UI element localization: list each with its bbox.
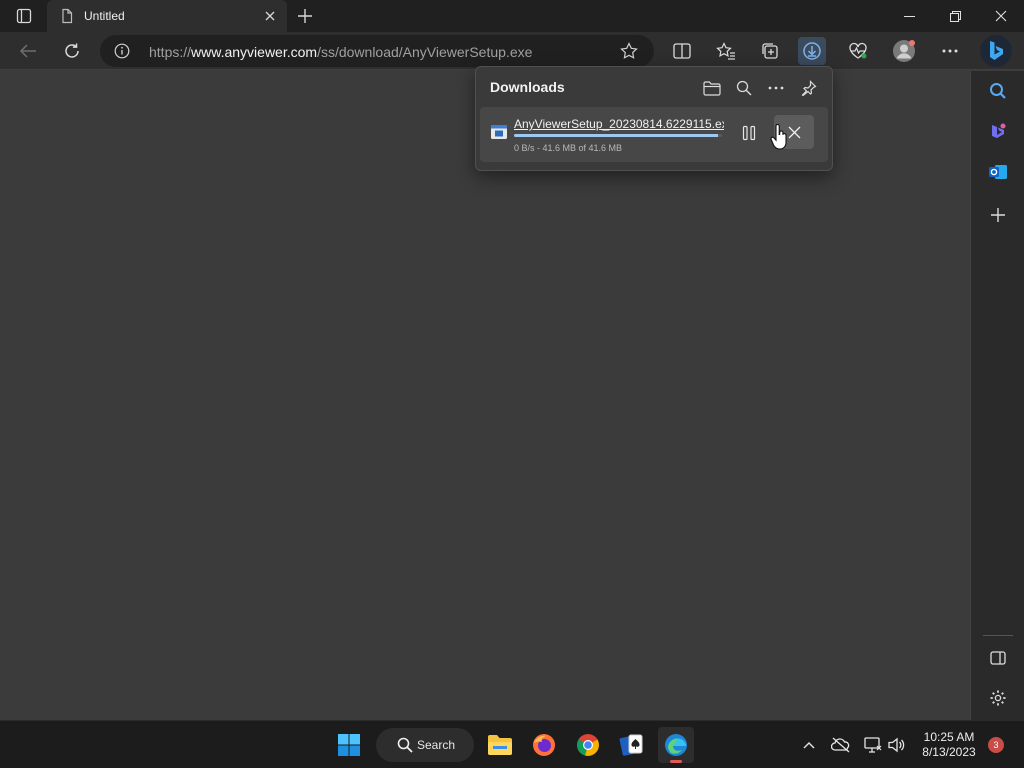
edge-browser-icon[interactable] <box>658 727 694 763</box>
download-status: 0 B/s - 41.6 MB of 41.6 MB <box>514 143 623 153</box>
notification-badge[interactable]: 3 <box>988 737 1004 753</box>
site-info-icon[interactable] <box>114 43 130 59</box>
download-progress-bar <box>514 134 722 137</box>
installer-file-icon <box>490 124 508 140</box>
restore-icon[interactable] <box>932 0 978 32</box>
system-clock[interactable]: 10:25 AM 8/13/2023 <box>910 730 988 760</box>
page-icon <box>59 8 75 24</box>
chevron-up-icon[interactable] <box>798 727 820 763</box>
downloads-panel: Downloads AnyViewerSetup_20230814.622911… <box>475 66 833 171</box>
clock-date: 8/13/2023 <box>922 745 976 759</box>
network-icon[interactable] <box>862 727 884 763</box>
browser-toolbar: https://www.anyviewer.com/ss/download/An… <box>0 32 1024 70</box>
minimize-icon[interactable] <box>886 0 932 32</box>
hand-cursor-icon <box>770 124 788 150</box>
address-bar[interactable]: https://www.anyviewer.com/ss/download/An… <box>100 35 654 67</box>
settings-gear-icon[interactable] <box>985 685 1011 711</box>
close-icon <box>788 126 800 138</box>
star-icon[interactable] <box>618 41 640 61</box>
more-options-icon[interactable] <box>936 37 964 65</box>
new-tab-icon[interactable] <box>294 5 316 27</box>
search-downloads-icon[interactable] <box>732 76 756 100</box>
clock-time: 10:25 AM <box>923 730 975 744</box>
downloads-title: Downloads <box>490 79 565 95</box>
download-progress-fill <box>514 134 718 137</box>
taskbar-search-box[interactable]: Search <box>376 728 474 762</box>
taskbar-search-label: Search <box>417 738 456 752</box>
add-icon[interactable] <box>985 202 1011 228</box>
url-domain: www.anyviewer.com <box>191 44 318 60</box>
favorites-icon[interactable] <box>712 37 740 65</box>
refresh-icon[interactable] <box>58 37 86 65</box>
back-arrow-icon[interactable] <box>14 37 42 65</box>
browser-essentials-icon[interactable] <box>844 37 872 65</box>
onedrive-offline-icon[interactable] <box>830 727 852 763</box>
chrome-icon[interactable] <box>570 727 606 763</box>
download-filename[interactable]: AnyViewerSetup_20230814.6229115.exe <box>514 117 724 131</box>
pin-icon[interactable] <box>797 76 821 100</box>
bing-chat-icon[interactable] <box>980 35 1012 67</box>
tab-strip: Untitled <box>0 0 1024 32</box>
pause-icon[interactable] <box>736 120 762 146</box>
tab-title: Untitled <box>84 9 125 23</box>
outlook-icon[interactable] <box>985 159 1011 185</box>
more-options-icon[interactable] <box>764 76 788 100</box>
windows-start-icon[interactable] <box>331 727 367 763</box>
collections-icon[interactable] <box>756 37 784 65</box>
search-icon[interactable] <box>985 78 1011 104</box>
search-icon <box>397 737 413 753</box>
taskbar: Search 10:25 AM 8/13/2023 3 <box>0 720 1024 768</box>
file-explorer-icon[interactable] <box>482 727 518 763</box>
copilot-icon[interactable] <box>985 118 1011 144</box>
close-tab-icon[interactable] <box>261 7 279 25</box>
downloads-icon[interactable] <box>798 37 826 65</box>
sidebar-divider <box>983 635 1013 636</box>
tab-untitled[interactable]: Untitled <box>47 0 287 32</box>
url-scheme: https:// <box>149 44 192 60</box>
split-screen-icon[interactable] <box>668 37 696 65</box>
url-text[interactable]: https://www.anyviewer.com/ss/download/An… <box>149 44 532 60</box>
firefox-icon[interactable] <box>526 727 562 763</box>
url-path: /ss/download/AnyViewerSetup.exe <box>317 44 533 60</box>
hide-sidebar-icon[interactable] <box>985 645 1011 671</box>
solitaire-icon[interactable] <box>614 727 650 763</box>
tab-actions-icon[interactable] <box>8 4 40 28</box>
profile-avatar-icon[interactable] <box>890 37 918 65</box>
volume-icon[interactable] <box>886 727 908 763</box>
close-window-icon[interactable] <box>978 0 1024 32</box>
active-app-indicator <box>670 760 682 763</box>
open-folder-icon[interactable] <box>700 76 724 100</box>
edge-sidebar <box>970 71 1024 720</box>
